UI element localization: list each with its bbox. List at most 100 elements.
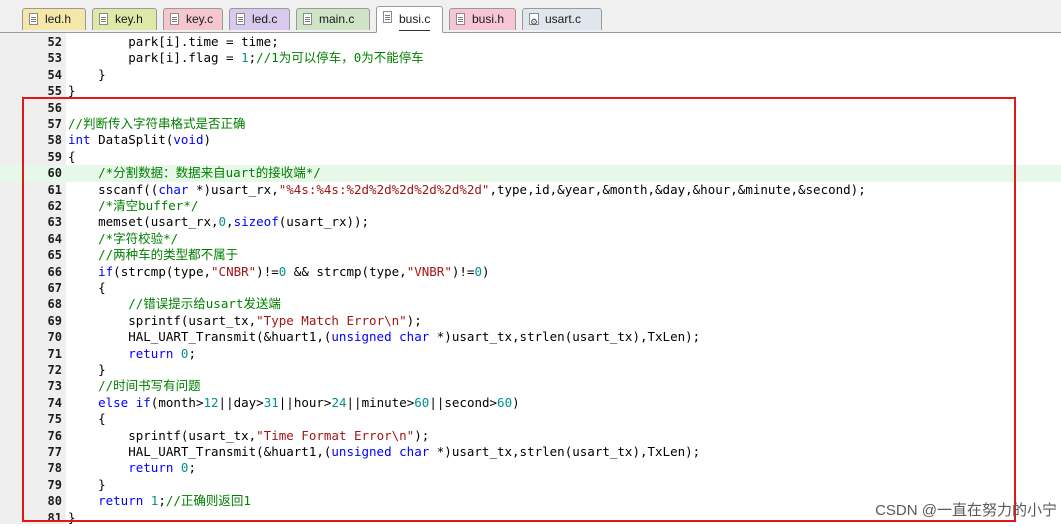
code-token: int [68, 132, 91, 148]
line-number: 57 [47, 117, 62, 131]
line-number: 65 [47, 248, 62, 263]
code-token: //时间书写有问题 [98, 378, 201, 394]
tab-key-c[interactable]: key.c [163, 8, 223, 30]
line-source: HAL_UART_Transmit(&huart1,(unsigned char… [68, 444, 700, 460]
code-editor[interactable]: 52 park[i].time = time; 53 park[i].flag =… [0, 33, 1061, 525]
code-line[interactable]: 62 /*清空buffer*/ [0, 198, 1061, 214]
code-line[interactable]: 59 { [0, 149, 1061, 165]
code-line[interactable]: 78 return 0; [0, 460, 1061, 476]
header-file-icon [456, 13, 465, 25]
line-number: 77 [47, 445, 62, 459]
code-token: memset(usart_rx, [68, 214, 219, 230]
code-token: } [68, 509, 76, 525]
code-token: /*分割数据：数据来自uart的接收端*/ [98, 165, 321, 181]
code-token: return [128, 345, 174, 361]
code-token: sizeof [233, 214, 279, 230]
code-line[interactable]: 68 //错误提示给usart发送端 [0, 296, 1061, 312]
line-source: } [68, 362, 106, 378]
line-number: 63 [47, 215, 62, 230]
tab-busi-c[interactable]: busi.c [376, 6, 443, 33]
tab-led-h[interactable]: led.h [22, 8, 86, 30]
code-line[interactable]: 70 HAL_UART_Transmit(&huart1,(unsigned c… [0, 329, 1061, 345]
code-line[interactable]: 73 //时间书写有问题 [0, 378, 1061, 394]
code-token: *)usart_tx,strlen(usart_tx),TxLen); [429, 444, 701, 459]
code-token: ; [158, 493, 166, 509]
line-number: 75 [47, 412, 62, 427]
tab-led-c[interactable]: led.c [229, 8, 290, 30]
tab-main-c[interactable]: main.c [296, 8, 370, 30]
code-line[interactable]: 60 /*分割数据：数据来自uart的接收端*/ [0, 165, 1061, 182]
code-line[interactable]: 57 //判断传入字符串格式是否正确 [0, 116, 1061, 132]
code-line[interactable]: 55} [0, 83, 1061, 99]
tab-busi-h[interactable]: busi.h [449, 8, 516, 30]
code-line[interactable]: 64 /*字符校验*/ [0, 231, 1061, 247]
code-token: && strcmp(type, [286, 263, 407, 279]
line-source: //错误提示给usart发送端 [68, 296, 281, 312]
code-token: sprintf(usart_tx, [68, 427, 257, 443]
code-token: unsigned char [331, 444, 430, 459]
code-line[interactable]: 71 return 0; [0, 346, 1061, 362]
code-line[interactable]: 65 //两种车的类型都不属于 [0, 247, 1061, 263]
code-token: *)usart_rx, [188, 181, 279, 197]
code-token: if [98, 263, 114, 279]
code-line[interactable]: 76 sprintf(usart_tx,"Time Format Error\n… [0, 428, 1061, 444]
tab-label: led.c [252, 12, 278, 26]
line-number: 62 [47, 199, 62, 213]
header-file-icon [29, 13, 38, 25]
code-line[interactable]: 67 { [0, 280, 1061, 296]
code-token: /*字符校验*/ [98, 230, 179, 246]
code-line[interactable]: 53 park[i].flag = 1;//1为可以停车，0为不能停车 [0, 50, 1061, 66]
csdn-watermark: CSDN @一直在努力的小宁 [875, 502, 1057, 519]
code-line[interactable]: 66 if(strcmp(type,"CNBR")!=0 && strcmp(t… [0, 264, 1061, 280]
line-number: 58 [47, 133, 62, 148]
line-source: //判断传入字符串格式是否正确 [68, 116, 246, 132]
line-number: 61 [47, 182, 62, 197]
code-line[interactable]: 56 [0, 100, 1061, 116]
code-line[interactable]: 69 sprintf(usart_tx,"Type Match Error\n"… [0, 313, 1061, 329]
line-number: 79 [47, 477, 62, 492]
code-line[interactable]: 72 } [0, 362, 1061, 378]
code-token: "%4s:%4s:%2d%2d%2d%2d%2d%2d" [278, 181, 490, 197]
line-source: park[i].flag = 1;//1为可以停车，0为不能停车 [68, 50, 424, 66]
tab-usart-c[interactable]: usart.c [522, 8, 602, 33]
line-number: 64 [47, 231, 62, 246]
code-line[interactable]: 75 { [0, 411, 1061, 427]
code-token: HAL_UART_Transmit(&huart1,( [68, 329, 332, 345]
line-number: 80 [47, 494, 62, 509]
line-number: 55 [47, 84, 62, 99]
code-line[interactable]: 61 sscanf((char *)usart_rx,"%4s:%4s:%2d%… [0, 182, 1061, 198]
code-line[interactable]: 52 park[i].time = time; [0, 34, 1061, 50]
line-number: 68 [47, 297, 62, 312]
code-token: 31 [263, 394, 279, 410]
line-number: 52 [47, 35, 62, 49]
tab-label: key.h [115, 12, 143, 26]
line-source: else if(month>12||day>31||hour>24||minut… [68, 395, 520, 411]
code-token: *)usart_tx,strlen(usart_tx),TxLen); [429, 329, 701, 345]
line-number: 69 [47, 313, 62, 328]
tab-label: usart.c [545, 12, 582, 26]
line-source: HAL_UART_Transmit(&huart1,(unsigned char… [68, 329, 700, 345]
line-source: return 0; [68, 460, 196, 476]
code-token: void [173, 132, 204, 148]
line-number: 56 [47, 100, 62, 115]
line-source: /*字符校验*/ [68, 231, 178, 247]
code-line[interactable]: 54 } [0, 67, 1061, 83]
tab-label: busi.h [472, 12, 505, 26]
line-source: { [68, 411, 106, 427]
code-line[interactable]: 74 else if(month>12||day>31||hour>24||mi… [0, 395, 1061, 411]
code-token: sscanf(( [68, 181, 159, 197]
line-number: 73 [47, 379, 62, 394]
code-token: ; [188, 345, 196, 361]
code-token: } [68, 362, 106, 377]
code-line[interactable]: 77 HAL_UART_Transmit(&huart1,(unsigned c… [0, 444, 1061, 460]
line-number: 59 [47, 149, 62, 164]
source-file-icon [236, 13, 245, 25]
code-token: { [68, 148, 76, 164]
code-line[interactable]: 79 } [0, 477, 1061, 493]
code-line[interactable]: 63 memset(usart_rx,0,sizeof(usart_rx)); [0, 214, 1061, 230]
code-token: 24 [331, 394, 347, 410]
tab-key-h[interactable]: key.h [92, 8, 157, 30]
code-line[interactable]: 58 int DataSplit(void) [0, 132, 1061, 148]
line-source: //两种车的类型都不属于 [68, 247, 238, 263]
